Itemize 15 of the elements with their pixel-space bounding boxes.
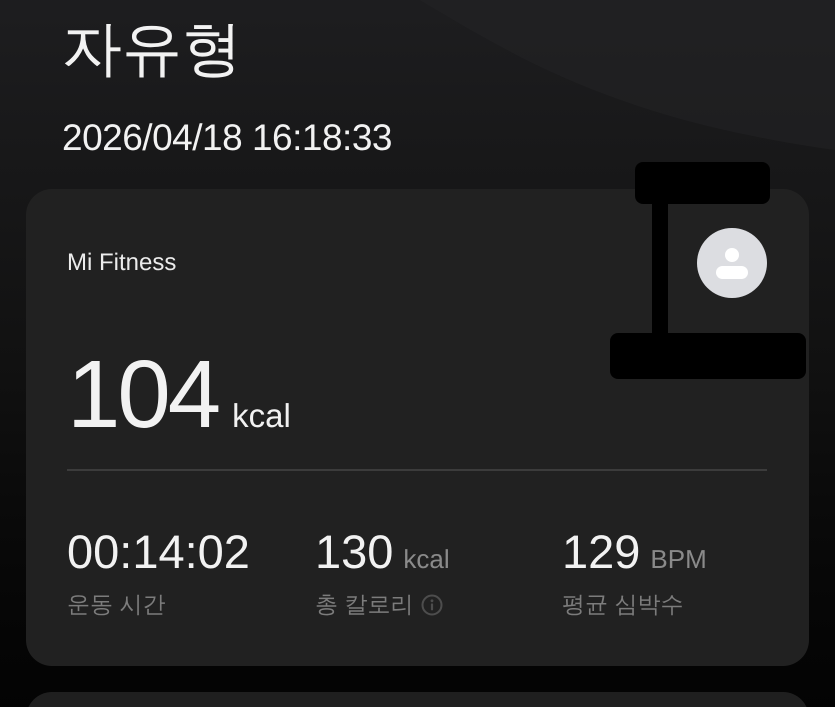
stat-label: 운동 시간 <box>67 591 166 619</box>
info-icon[interactable] <box>421 594 444 616</box>
stat-value: 130 <box>315 528 394 575</box>
stat-value: 00:14:02 <box>67 528 250 575</box>
workout-title: 자유형 <box>62 14 242 83</box>
stat-label: 평균 심박수 <box>562 591 684 619</box>
stat-label: 총 칼로리 <box>315 591 414 619</box>
stat-unit: BPM <box>650 546 707 572</box>
avatar-icon <box>697 228 767 298</box>
calories-unit: kcal <box>232 399 291 432</box>
calories-value: 104 <box>67 347 218 443</box>
stat-unit: kcal <box>403 546 450 572</box>
workout-datetime: 2026/04/18 16:18:33 <box>62 119 392 156</box>
stat-value: 129 <box>562 528 640 575</box>
source-app-name: Mi Fitness <box>67 251 176 275</box>
